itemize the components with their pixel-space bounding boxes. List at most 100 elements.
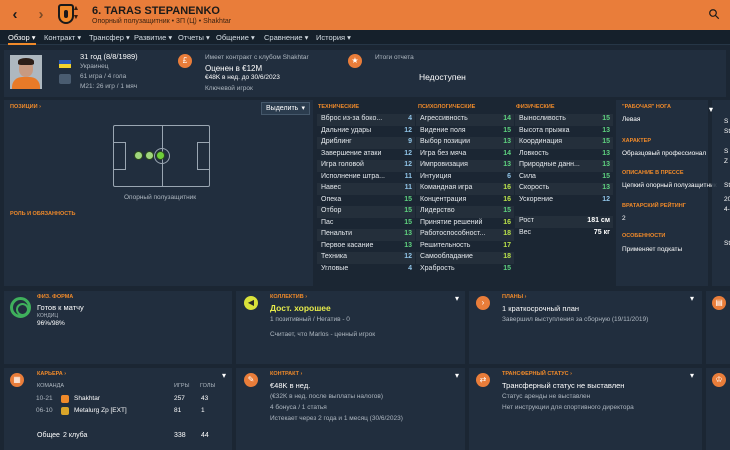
attribute-row[interactable]: Исполнение штра... 11 [317, 172, 415, 184]
gk-rating-label: ВРАТАРСКИЙ РЕЙТИНГ [622, 203, 686, 209]
tab-comparison[interactable]: Сравнение ▾ [264, 30, 308, 45]
tab-development[interactable]: Развитие ▾ [134, 30, 172, 45]
attribute-row[interactable]: Принятие решений 16 [416, 218, 514, 230]
back-icon[interactable]: ‹ [8, 6, 22, 24]
attribute-row[interactable]: Выносливость 15 [515, 114, 613, 126]
contract-line: Имеет контракт с клубом Shakhtar [205, 54, 309, 61]
career-total-clubs: 2 клуба [63, 432, 88, 439]
chevron-down-icon[interactable]: ▾ [455, 294, 459, 303]
attribute-row[interactable]: Интуиция 6 [416, 172, 514, 184]
attribute-name: Отбор [321, 207, 342, 214]
collective-card[interactable] [236, 291, 465, 364]
chevron-down-icon[interactable]: ▾ [709, 105, 713, 114]
chevron-down-icon[interactable]: ▾ [222, 371, 226, 380]
attribute-row[interactable]: Агрессивность 14 [416, 114, 514, 126]
player-photo[interactable] [10, 55, 42, 89]
attribute-row[interactable]: Игра без мяча 14 [416, 149, 514, 161]
fitness-card[interactable] [4, 291, 232, 364]
contract-label[interactable]: КОНТРАКТ › [270, 371, 302, 377]
tab-contract[interactable]: Контракт ▾ [44, 30, 81, 45]
career-row[interactable]: 06-10 Metalurg Zp [EXT] 81 1 [4, 405, 232, 417]
attribute-row[interactable]: Высота прыжка 13 [515, 126, 613, 138]
attribute-row[interactable]: Пенальти 13 [317, 229, 415, 241]
attribute-row[interactable]: Угловые 4 [317, 264, 415, 276]
attribute-row[interactable]: Скорость 13 [515, 183, 613, 195]
attribute-value: 14 [503, 149, 511, 157]
attribute-name: Вброс из-за боко... [321, 115, 383, 122]
attribute-row[interactable]: Лидерство 15 [416, 206, 514, 218]
attribute-row[interactable]: Первое касание 13 [317, 241, 415, 253]
attribute-row[interactable]: Координация 15 [515, 137, 613, 149]
attribute-name: Техника [321, 253, 348, 260]
physical-header: ФИЗИЧЕСКИЕ [516, 104, 555, 110]
attribute-row[interactable]: Пас 15 [317, 218, 415, 230]
attribute-row[interactable]: Дриблинг 9 [317, 137, 415, 149]
chevron-down-icon[interactable]: ▾ [690, 371, 694, 380]
tab-interaction[interactable]: Общение ▾ [216, 30, 255, 45]
attribute-value: 13 [602, 161, 610, 168]
tab-overview[interactable]: Обзор ▾ [8, 30, 36, 45]
attribute-name: Лидерство [420, 207, 455, 214]
transfer-director: Нет инструкции для спортивного директора [502, 404, 634, 411]
attribute-row[interactable]: Храбрость 15 [416, 264, 514, 276]
role-label[interactable]: РОЛЬ И ОБЯЗАННОСТЬ [10, 211, 75, 217]
attribute-row[interactable]: Навес 11 [317, 183, 415, 195]
attribute-name: Высота прыжка [519, 126, 570, 134]
attribute-row[interactable]: Видение поля 15 [416, 126, 514, 138]
forward-icon[interactable]: › [34, 6, 48, 24]
transfer-label[interactable]: ТРАНСФЕРНЫЙ СТАТУС › [502, 371, 572, 377]
position-dot [145, 151, 154, 160]
attribute-row[interactable]: Техника 12 [317, 252, 415, 264]
transfer-status: Трансферный статус не выставлен [502, 381, 625, 390]
player-value: Оценен в €12M [205, 64, 263, 73]
flag-icon [59, 60, 71, 68]
attribute-row[interactable]: Выбор позиции 13 [416, 137, 514, 149]
attribute-row[interactable]: Ускорение 12 [515, 195, 613, 207]
attribute-name: Опека [321, 195, 342, 203]
chevron-down-icon[interactable]: ▾ [455, 371, 459, 380]
pen-icon: ✎ [244, 373, 258, 387]
position-dot-main [156, 151, 165, 160]
attribute-row[interactable]: Командная игра 16 [416, 183, 514, 195]
attribute-row[interactable]: Завершение атаки 12 [317, 149, 415, 161]
career-games: 81 [174, 407, 182, 414]
tab-transfer[interactable]: Трансфер ▾ [89, 30, 130, 45]
attribute-row[interactable]: Сила 15 [515, 172, 613, 184]
attribute-row[interactable]: Импровизация 13 [416, 160, 514, 172]
collective-label[interactable]: КОЛЛЕКТИВ › [270, 294, 307, 300]
plans-card[interactable] [469, 291, 702, 364]
attribute-row[interactable]: Опека 15 [317, 195, 415, 207]
attribute-value: 12 [404, 253, 412, 260]
star-icon: ★ [348, 54, 362, 68]
attribute-name: Завершение атаки [321, 149, 382, 157]
career-row[interactable]: 10-21 Shakhtar 257 43 [4, 393, 232, 405]
attribute-row[interactable]: Дальние удары 12 [317, 126, 415, 138]
attribute-value: 15 [503, 207, 511, 214]
attribute-row[interactable]: Решительность 17 [416, 241, 514, 253]
chevron-down-icon[interactable]: ▾ [690, 294, 694, 303]
press-label: ОПИСАНИЕ В ПРЕССЕ [622, 170, 684, 176]
attribute-row[interactable]: Работоспособност... 18 [416, 229, 514, 241]
search-icon[interactable]: ⚲ [703, 3, 726, 26]
attribute-row[interactable]: Ловкость 13 [515, 149, 613, 161]
attribute-row[interactable]: Концентрация 16 [416, 195, 514, 207]
plans-label[interactable]: ПЛАНЫ › [502, 294, 527, 300]
career-label[interactable]: КАРЬЕРА › [37, 371, 66, 377]
tab-reports[interactable]: Отчеты ▾ [178, 30, 210, 45]
player-nation: Украинец [80, 63, 109, 70]
attribute-name: Ускорение [519, 195, 553, 203]
attribute-row[interactable]: Природные данн... 13 [515, 160, 613, 172]
tab-history[interactable]: История ▾ [316, 30, 351, 45]
positions-label[interactable]: ПОЗИЦИИ › [10, 104, 41, 110]
attribute-row[interactable]: Отбор 15 [317, 206, 415, 218]
transfer-icon: ⇄ [476, 373, 490, 387]
attribute-value: 18 [503, 253, 511, 260]
attribute-value: 15 [404, 218, 412, 226]
attribute-row[interactable]: Игра головой 12 [317, 160, 415, 172]
player-switch-icon[interactable]: ▲ ▼ [72, 4, 80, 22]
attribute-row[interactable]: Вброс из-за боко... 4 [317, 114, 415, 126]
attribute-name: Пас [321, 218, 334, 226]
highlight-select[interactable]: Выделить ▾ [261, 102, 310, 115]
attribute-value: 16 [503, 218, 511, 226]
attribute-row[interactable]: Самообладание 18 [416, 252, 514, 264]
